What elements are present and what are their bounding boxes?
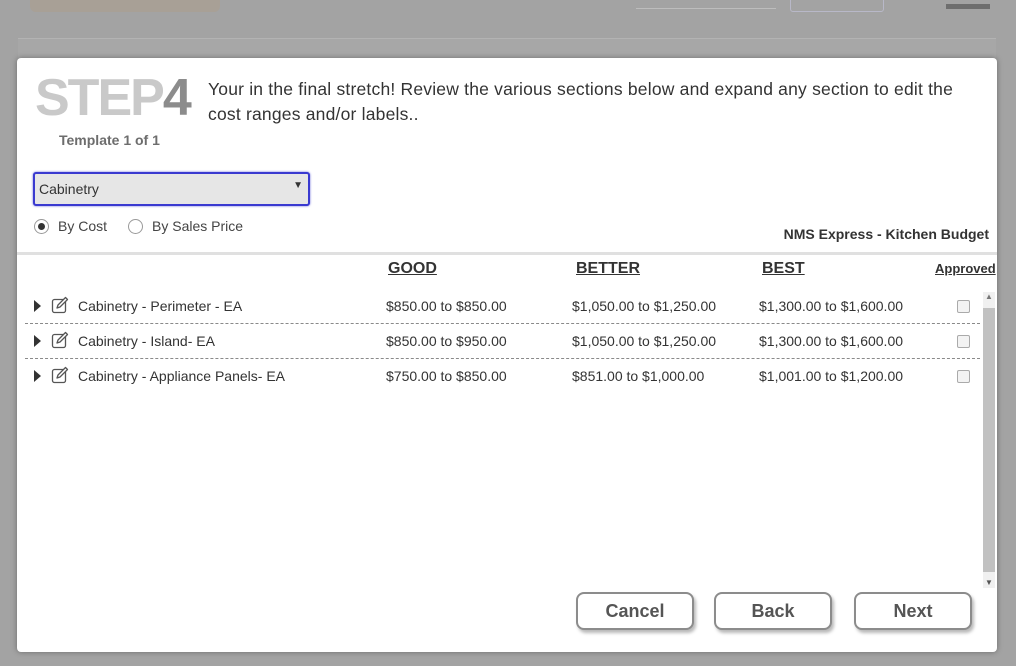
radio-unselected-icon[interactable] [128,218,143,234]
line-items-list: Cabinetry - Perimeter - EA $850.00 to $8… [25,289,980,393]
background-strip [18,38,996,59]
edit-icon[interactable] [51,331,69,349]
background-input [636,0,776,9]
by-cost-radio[interactable]: By Cost [34,218,107,234]
table-row: Cabinetry - Island- EA $850.00 to $950.0… [25,324,980,359]
by-sales-price-radio[interactable]: By Sales Price [128,218,243,234]
column-good: GOOD [388,260,437,277]
row-best-range: $1,300.00 to $1,600.00 [759,298,904,314]
row-name: Cabinetry - Island- EA [78,333,215,349]
approved-checkbox[interactable] [957,300,970,313]
edit-icon[interactable] [51,296,69,314]
row-best-range: $1,001.00 to $1,200.00 [759,368,904,384]
by-cost-label: By Cost [58,218,108,234]
column-better: BETTER [576,260,640,277]
scroll-up-icon[interactable]: ▲ [985,293,993,301]
table-row: Cabinetry - Appliance Panels- EA $750.00… [25,359,980,393]
approved-checkbox[interactable] [957,370,970,383]
instructions-text: Your in the final stretch! Review the va… [208,79,954,124]
caret-right-icon[interactable] [34,370,41,382]
row-better-range: $851.00 to $1,000.00 [572,368,705,384]
section-select[interactable]: Cabinetry ▼ [33,172,310,206]
caret-right-icon[interactable] [34,300,41,312]
row-good-range: $850.00 to $850.00 [386,298,507,314]
edit-icon[interactable] [51,366,69,384]
list-scrollbar[interactable]: ▲ ▼ [983,292,995,588]
column-approved: Approved [935,261,996,276]
budget-name: NMS Express - Kitchen Budget [783,226,989,242]
column-best: BEST [762,260,805,277]
row-better-range: $1,050.00 to $1,250.00 [572,333,717,349]
row-name: Cabinetry - Appliance Panels- EA [78,368,285,384]
step-label: STEP [35,69,165,127]
table-row: Cabinetry - Perimeter - EA $850.00 to $8… [25,289,980,324]
step-number: 4 [162,69,192,127]
section-select-value: Cabinetry [39,181,99,197]
step-indicator: STEP4 [35,69,192,127]
row-better-range: $1,050.00 to $1,250.00 [572,298,717,314]
template-counter: Template 1 of 1 [59,132,160,148]
cancel-button[interactable]: Cancel [576,592,694,630]
radio-selected-icon[interactable] [34,218,49,234]
scroll-down-icon[interactable]: ▼ [985,579,993,587]
scrollbar-thumb[interactable] [983,308,995,572]
row-name: Cabinetry - Perimeter - EA [78,298,243,314]
menu-icon [946,4,990,9]
review-modal: STEP4 Template 1 of 1 Your in the final … [17,58,997,652]
app-logo [30,0,220,12]
by-sales-price-label: By Sales Price [152,218,244,234]
header-divider [17,252,997,255]
row-best-range: $1,300.00 to $1,600.00 [759,333,904,349]
row-good-range: $750.00 to $850.00 [386,368,507,384]
row-good-range: $850.00 to $950.00 [386,333,507,349]
next-button[interactable]: Next [854,592,972,630]
triangle-down-icon: ▼ [293,180,303,191]
background-button [790,0,884,12]
back-button[interactable]: Back [714,592,832,630]
caret-right-icon[interactable] [34,335,41,347]
approved-checkbox[interactable] [957,335,970,348]
